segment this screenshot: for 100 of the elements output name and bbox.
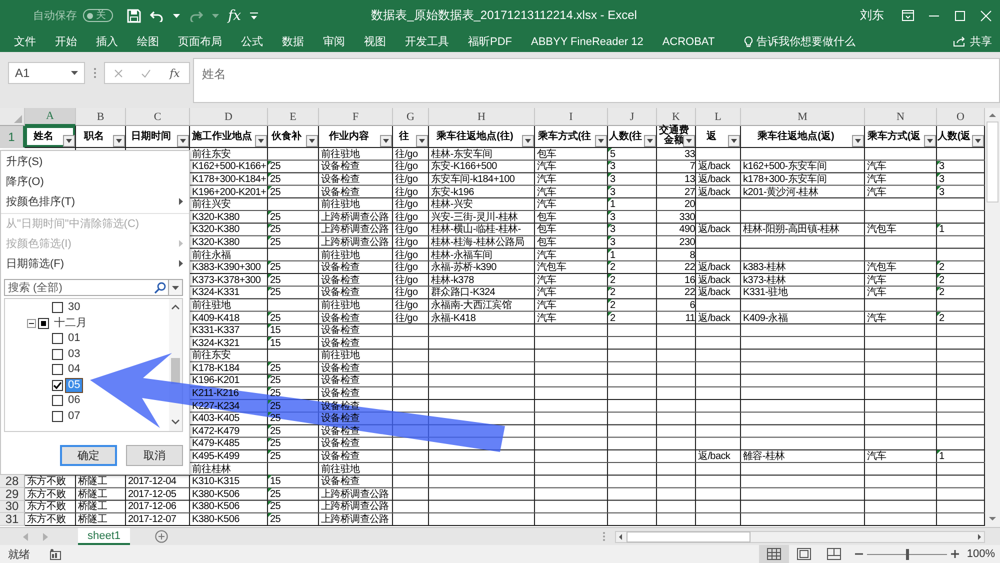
- ok-button[interactable]: 确定: [60, 445, 117, 466]
- menu-item[interactable]: 升序(S): [1, 151, 189, 171]
- column-header[interactable]: C: [126, 108, 190, 126]
- table-cell: 2: [939, 274, 944, 286]
- column-header[interactable]: J: [608, 108, 657, 126]
- add-sheet-icon[interactable]: [155, 530, 168, 543]
- row-header[interactable]: 1: [0, 126, 25, 148]
- filter-button[interactable]: [380, 135, 392, 147]
- ribbon-tab[interactable]: 公式: [241, 34, 263, 49]
- tree-item[interactable]: 30: [65, 300, 84, 316]
- tree-item[interactable]: 04: [65, 362, 84, 378]
- checkbox[interactable]: [52, 302, 63, 314]
- column-header[interactable]: B: [76, 108, 126, 126]
- filter-button[interactable]: [306, 135, 318, 147]
- column-header[interactable]: L: [696, 108, 741, 126]
- table-cell: 汽车: [537, 300, 556, 311]
- filter-button[interactable]: [924, 135, 936, 147]
- ribbon-tab[interactable]: 绘图: [137, 34, 159, 49]
- column-header[interactable]: A: [25, 108, 76, 126]
- column-header[interactable]: I: [535, 108, 608, 126]
- maximize-icon[interactable]: [954, 10, 966, 22]
- column-header[interactable]: D: [190, 108, 268, 126]
- row-header[interactable]: 28: [0, 475, 25, 488]
- filter-button[interactable]: [595, 135, 607, 147]
- cancel-button[interactable]: 取消: [126, 445, 183, 466]
- checkbox[interactable]: [52, 395, 63, 406]
- column-header[interactable]: F: [319, 108, 393, 126]
- insert-function-button[interactable]: fx: [228, 8, 242, 24]
- column-header[interactable]: E: [268, 108, 319, 126]
- search-field[interactable]: 搜索 (全部): [4, 279, 154, 296]
- filter-button[interactable]: [113, 135, 125, 147]
- filter-button[interactable]: [255, 135, 267, 147]
- undo-icon[interactable]: [150, 10, 164, 22]
- filter-button[interactable]: [852, 135, 864, 147]
- formula-field[interactable]: 姓名: [193, 58, 1000, 103]
- checkbox[interactable]: [52, 348, 63, 360]
- tree-item[interactable]: 01: [65, 331, 84, 346]
- tree-item[interactable]: 03: [65, 346, 84, 362]
- caret-icon[interactable]: [71, 71, 78, 75]
- ribbon-options-icon[interactable]: [902, 10, 914, 21]
- filter-button[interactable]: [683, 135, 695, 147]
- ribbon-tab[interactable]: ABBYY FineReader 12: [531, 36, 644, 48]
- sheet-tab[interactable]: sheet1: [78, 528, 130, 545]
- tree-item[interactable]: 十二月: [51, 316, 90, 331]
- column-header[interactable]: G: [393, 108, 429, 126]
- table-cell: 设备检查: [321, 186, 360, 198]
- checkbox[interactable]: [38, 318, 49, 329]
- filter-button[interactable]: [63, 135, 75, 147]
- tree-item[interactable]: 06: [65, 393, 84, 408]
- menu-item[interactable]: 日期筛选(F): [1, 253, 189, 273]
- checkbox[interactable]: [52, 380, 63, 391]
- ribbon-tab[interactable]: 数据: [282, 34, 304, 49]
- checkbox[interactable]: [52, 333, 63, 344]
- filter-button[interactable]: [177, 135, 189, 147]
- ribbon-tab[interactable]: 开始: [55, 34, 77, 49]
- dropdown-button[interactable]: [168, 279, 183, 296]
- ribbon-tab[interactable]: 页面布局: [178, 34, 222, 49]
- caret-icon[interactable]: [173, 14, 180, 18]
- ribbon-tab[interactable]: ACROBAT: [662, 36, 715, 48]
- collapse-icon[interactable]: [27, 318, 36, 328]
- name-box[interactable]: A1: [8, 62, 85, 84]
- column-header[interactable]: H: [429, 108, 535, 126]
- tell-me-button[interactable]: 告诉我你想要做什么: [744, 34, 856, 49]
- checkbox[interactable]: [52, 364, 63, 376]
- menu-item[interactable]: 降序(O): [1, 171, 189, 191]
- normal-view-button[interactable]: [758, 545, 789, 563]
- column-header[interactable]: M: [741, 108, 865, 126]
- tree-item[interactable]: 07: [65, 408, 84, 424]
- filter-button[interactable]: [416, 135, 428, 147]
- scrollbar[interactable]: [615, 530, 985, 542]
- close-icon[interactable]: [980, 10, 992, 22]
- row-header[interactable]: 31: [0, 513, 25, 526]
- ribbon-tab[interactable]: 开发工具: [405, 34, 449, 49]
- share-button[interactable]: 共享: [953, 34, 992, 49]
- slider-thumb[interactable]: [906, 548, 909, 560]
- filter-button[interactable]: [522, 135, 534, 147]
- ribbon-tab[interactable]: 插入: [96, 34, 118, 49]
- save-icon[interactable]: [127, 8, 141, 22]
- search-icon[interactable]: [154, 282, 166, 294]
- ribbon-tab[interactable]: 福昕PDF: [468, 34, 512, 49]
- row-header[interactable]: 30: [0, 500, 25, 514]
- checkbox[interactable]: [52, 410, 63, 422]
- column-header[interactable]: N: [865, 108, 937, 126]
- column-header[interactable]: O: [937, 108, 985, 126]
- zoom-level[interactable]: 100%: [966, 548, 995, 560]
- insert-function-button[interactable]: fx: [170, 66, 180, 80]
- caret-icon: [172, 286, 179, 290]
- menu-item[interactable]: 按颜色排序(T): [1, 191, 189, 211]
- ribbon-tab[interactable]: 文件: [14, 34, 36, 49]
- filter-button[interactable]: [972, 135, 984, 147]
- ribbon-tab[interactable]: 视图: [364, 34, 386, 49]
- filter-button[interactable]: [728, 135, 740, 147]
- user-name[interactable]: 刘东: [860, 7, 884, 24]
- customize-icon[interactable]: [250, 12, 258, 20]
- zoom-in-icon[interactable]: [950, 550, 959, 558]
- row-header[interactable]: 29: [0, 488, 25, 501]
- table-cell: K380-K506: [192, 501, 240, 512]
- ribbon-tab[interactable]: 审阅: [323, 34, 345, 49]
- filter-button[interactable]: [644, 135, 656, 147]
- macro-record-icon[interactable]: [50, 548, 61, 560]
